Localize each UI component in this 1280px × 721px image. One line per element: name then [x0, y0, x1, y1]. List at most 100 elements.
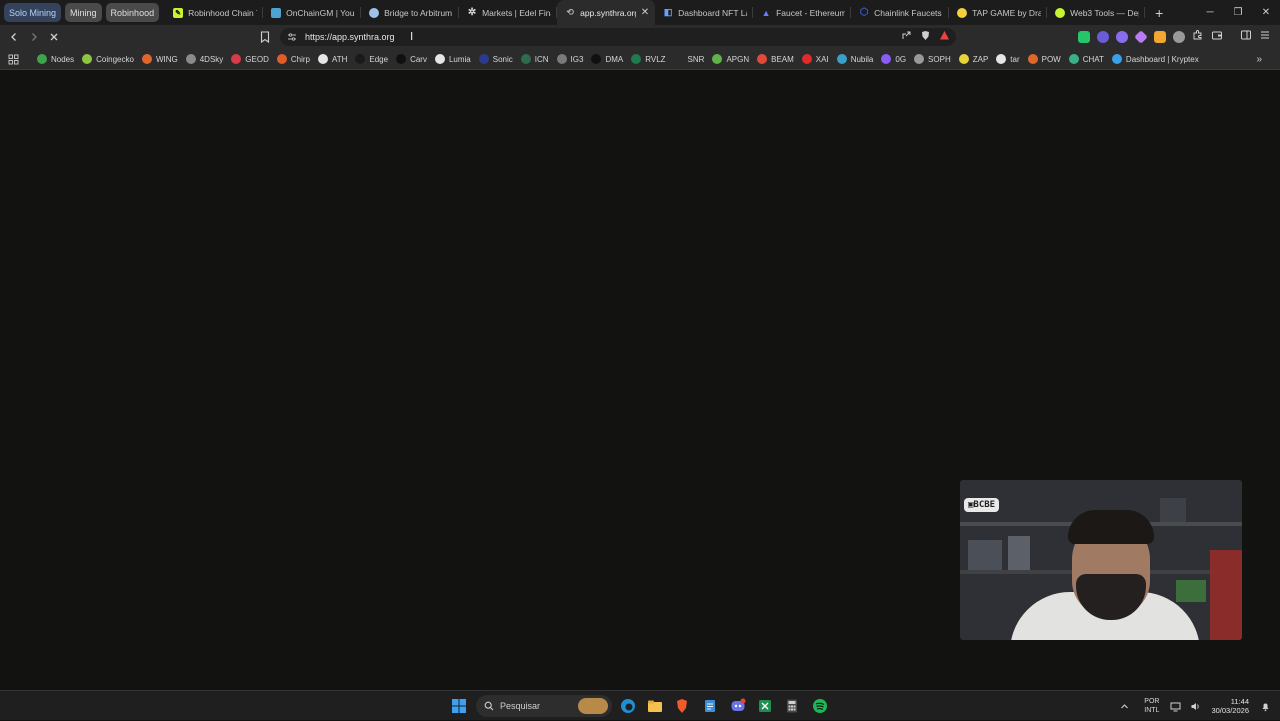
bookmark-xai[interactable]: XAI: [798, 51, 833, 67]
bookmark-4dsky[interactable]: 4DSky: [182, 51, 228, 67]
bookmark-dma[interactable]: DMA: [587, 51, 627, 67]
windows-start-icon[interactable]: [450, 697, 468, 715]
address-bar[interactable]: https://app.synthra.org I: [280, 28, 956, 46]
bookmark-0g[interactable]: 0G: [877, 51, 910, 67]
tab-tap-game[interactable]: TAP GAME by Draze: [949, 0, 1048, 25]
nubila-icon: [836, 54, 847, 64]
search-placeholder: Pesquisar: [500, 701, 541, 711]
tab-onchaingm[interactable]: OnChainGM | Your D: [263, 0, 362, 25]
bookmark-snr[interactable]: SNR: [670, 51, 709, 67]
tab-faucet-ethereum[interactable]: ▲ Faucet - Ethereum S: [753, 0, 852, 25]
address-bar-actions: [901, 29, 950, 45]
tab-group-solo-mining[interactable]: Solo Mining: [4, 3, 62, 22]
file-explorer-icon[interactable]: [646, 697, 664, 715]
stop-loading-icon[interactable]: [44, 27, 64, 47]
bookmark-label: ATH: [331, 54, 348, 64]
spotify-icon[interactable]: [811, 697, 829, 715]
wallet-icon[interactable]: [1211, 28, 1223, 46]
excel-icon[interactable]: [756, 697, 774, 715]
bookmark-geod[interactable]: GEOD: [227, 51, 273, 67]
tab-markets-edel[interactable]: ✲ Markets | Edel Finan: [459, 0, 558, 25]
network-icon[interactable]: [1168, 699, 1182, 713]
bookmark-sonic[interactable]: Sonic: [475, 51, 517, 67]
brave-rewards-icon[interactable]: [939, 28, 950, 46]
bookmark-carv[interactable]: Carv: [392, 51, 431, 67]
bookmark-zap[interactable]: ZAP: [955, 51, 993, 67]
extension-gear-icon[interactable]: [1173, 31, 1185, 43]
tab-synthra-active[interactable]: ⟲ app.synthra.org ✕: [557, 0, 656, 25]
site-settings-icon[interactable]: [284, 32, 300, 42]
notepad-icon[interactable]: [701, 697, 719, 715]
extension-green-icon[interactable]: [1078, 31, 1090, 43]
apps-grid-icon[interactable]: [5, 51, 21, 67]
bookmark-ig3[interactable]: IG3: [553, 51, 588, 67]
bookmark-rvlz[interactable]: RVLZ: [627, 51, 669, 67]
tab-label: Markets | Edel Finan: [482, 7, 551, 18]
minimize-icon[interactable]: ─: [1196, 0, 1224, 25]
bookmark-wing[interactable]: WING: [138, 51, 182, 67]
globe-icon: [185, 54, 196, 64]
chevron-up-icon[interactable]: [1117, 699, 1131, 713]
url-text[interactable]: https://app.synthra.org: [305, 32, 395, 42]
lumia-icon: [434, 54, 445, 64]
new-tab-icon[interactable]: +: [1155, 5, 1163, 21]
bookmarks-overflow-icon[interactable]: »: [1256, 54, 1262, 65]
bookmark-label: GEOD: [245, 54, 269, 64]
share-icon[interactable]: [901, 28, 912, 46]
bookmark-coingecko[interactable]: Coingecko: [78, 51, 138, 67]
edge-browser-icon[interactable]: [619, 697, 637, 715]
bookmark-label: CHAT: [1082, 54, 1104, 64]
tab-group-mining[interactable]: Mining: [65, 3, 102, 22]
bookmark-nodes[interactable]: Nodes: [33, 51, 78, 67]
close-window-icon[interactable]: ✕: [1252, 0, 1280, 25]
clock[interactable]: 11:44 30/03/2026: [1211, 697, 1249, 715]
metamask-icon[interactable]: [1154, 31, 1166, 43]
sidebar-toggle-icon[interactable]: [1240, 28, 1252, 46]
notification-bell-icon[interactable]: [1258, 699, 1272, 713]
carv-icon: [396, 54, 407, 64]
zap-icon: [958, 54, 969, 64]
back-icon[interactable]: [4, 27, 24, 47]
tab-robinhood-chain[interactable]: ✎ Robinhood Chain Te: [165, 0, 264, 25]
tab-chainlink-faucets[interactable]: ⬡ Chainlink Faucets - C: [851, 0, 950, 25]
tab-label: OnChainGM | Your D: [286, 7, 355, 18]
tab-label: Bridge to Arbitrum C: [384, 7, 454, 18]
bookmark-chat[interactable]: CHAT: [1065, 51, 1108, 67]
tab-web3-tools[interactable]: Web3 Tools — Deplo: [1047, 0, 1146, 25]
bookmark-lumia[interactable]: Lumia: [431, 51, 475, 67]
bookmark-label: Nubila: [850, 54, 874, 64]
bookmark-apgn[interactable]: APGN: [708, 51, 753, 67]
calculator-icon[interactable]: [783, 697, 801, 715]
restore-icon[interactable]: ❐: [1224, 0, 1252, 25]
tab-dashboard-nft[interactable]: ◧ Dashboard NFT Laun: [655, 0, 754, 25]
forward-icon[interactable]: [24, 27, 44, 47]
bookmark-pow[interactable]: POW: [1024, 51, 1065, 67]
bookmark-edge[interactable]: Edge: [351, 51, 392, 67]
extensions-puzzle-icon[interactable]: [1192, 28, 1204, 46]
bookmark-soph[interactable]: SOPH: [910, 51, 955, 67]
menu-icon[interactable]: [1259, 28, 1271, 46]
extension-cloud-icon[interactable]: [1116, 31, 1128, 43]
bookmark-chirp[interactable]: Chirp: [273, 51, 314, 67]
brave-shield-icon[interactable]: [920, 28, 931, 46]
bookmarks-bar: Nodes Coingecko WING 4DSky GEOD Chirp ATH Edge C…: [0, 49, 1280, 70]
bookmark-icn[interactable]: ICN: [517, 51, 553, 67]
tab-bridge-arbitrum[interactable]: Bridge to Arbitrum C: [361, 0, 460, 25]
close-icon[interactable]: ✕: [641, 7, 649, 18]
bookmark-tar[interactable]: tar: [992, 51, 1023, 67]
brave-browser-icon[interactable]: [673, 697, 691, 715]
bookmark-ath[interactable]: ATH: [314, 51, 351, 67]
extension-wand-icon[interactable]: [1097, 31, 1109, 43]
ath-icon: [317, 54, 328, 64]
volume-icon[interactable]: [1188, 699, 1202, 713]
taskbar-search[interactable]: Pesquisar: [476, 695, 612, 717]
extension-diamond-icon[interactable]: [1134, 30, 1148, 44]
webcam-shelf-item: [1176, 580, 1206, 602]
discord-icon[interactable]: [729, 697, 747, 715]
bookmark-dashboard-kryptex[interactable]: Dashboard | Kryptex: [1108, 51, 1203, 67]
bookmark-nubila[interactable]: Nubila: [833, 51, 878, 67]
keyboard-language[interactable]: POR INTL: [1144, 697, 1159, 715]
tab-group-robinhood[interactable]: Robinhood: [105, 3, 160, 22]
bookmark-beam[interactable]: BEAM: [753, 51, 798, 67]
bookmark-icon[interactable]: [258, 29, 272, 45]
